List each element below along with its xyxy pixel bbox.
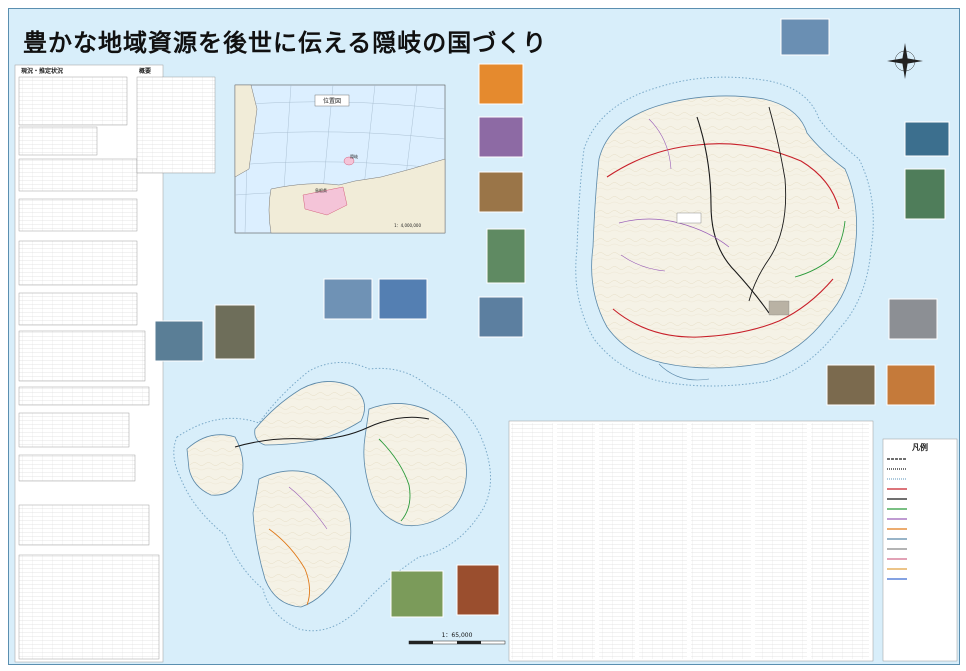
location-label-shimane: 島根県 <box>315 187 327 193</box>
location-map-scale: 1：4,000,000 <box>394 223 421 228</box>
map-canvas: 現況・推定状況 概要 位置図 隠岐 島根県 1：4,000,000 凡例 1：6… <box>14 18 958 663</box>
index-tables <box>508 420 874 662</box>
scale-bar-label: 1：65,000 <box>442 632 473 639</box>
legend-heading: 凡例 <box>912 442 928 452</box>
island-dogo <box>575 76 874 387</box>
location-map-title: 位置図 <box>323 97 341 105</box>
north-arrow <box>887 43 923 79</box>
stats-heading-outline: 現況・推定状況 <box>21 67 63 75</box>
location-label-oki: 隠岐 <box>350 153 358 159</box>
location-inset: 位置図 隠岐 島根県 1：4,000,000 <box>234 84 446 234</box>
scale-bar: 1：65,000 <box>408 632 506 645</box>
map-sheet: 豊かな地域資源を後世に伝える隠岐の国づくり 現況・推定状況 概要 位置図 隠岐 … <box>8 8 960 665</box>
legend-panel: 凡例 <box>882 438 958 662</box>
statistics-panel: 現況・推定状況 概要 <box>14 64 216 663</box>
stats-heading-summary: 概要 <box>139 67 151 75</box>
